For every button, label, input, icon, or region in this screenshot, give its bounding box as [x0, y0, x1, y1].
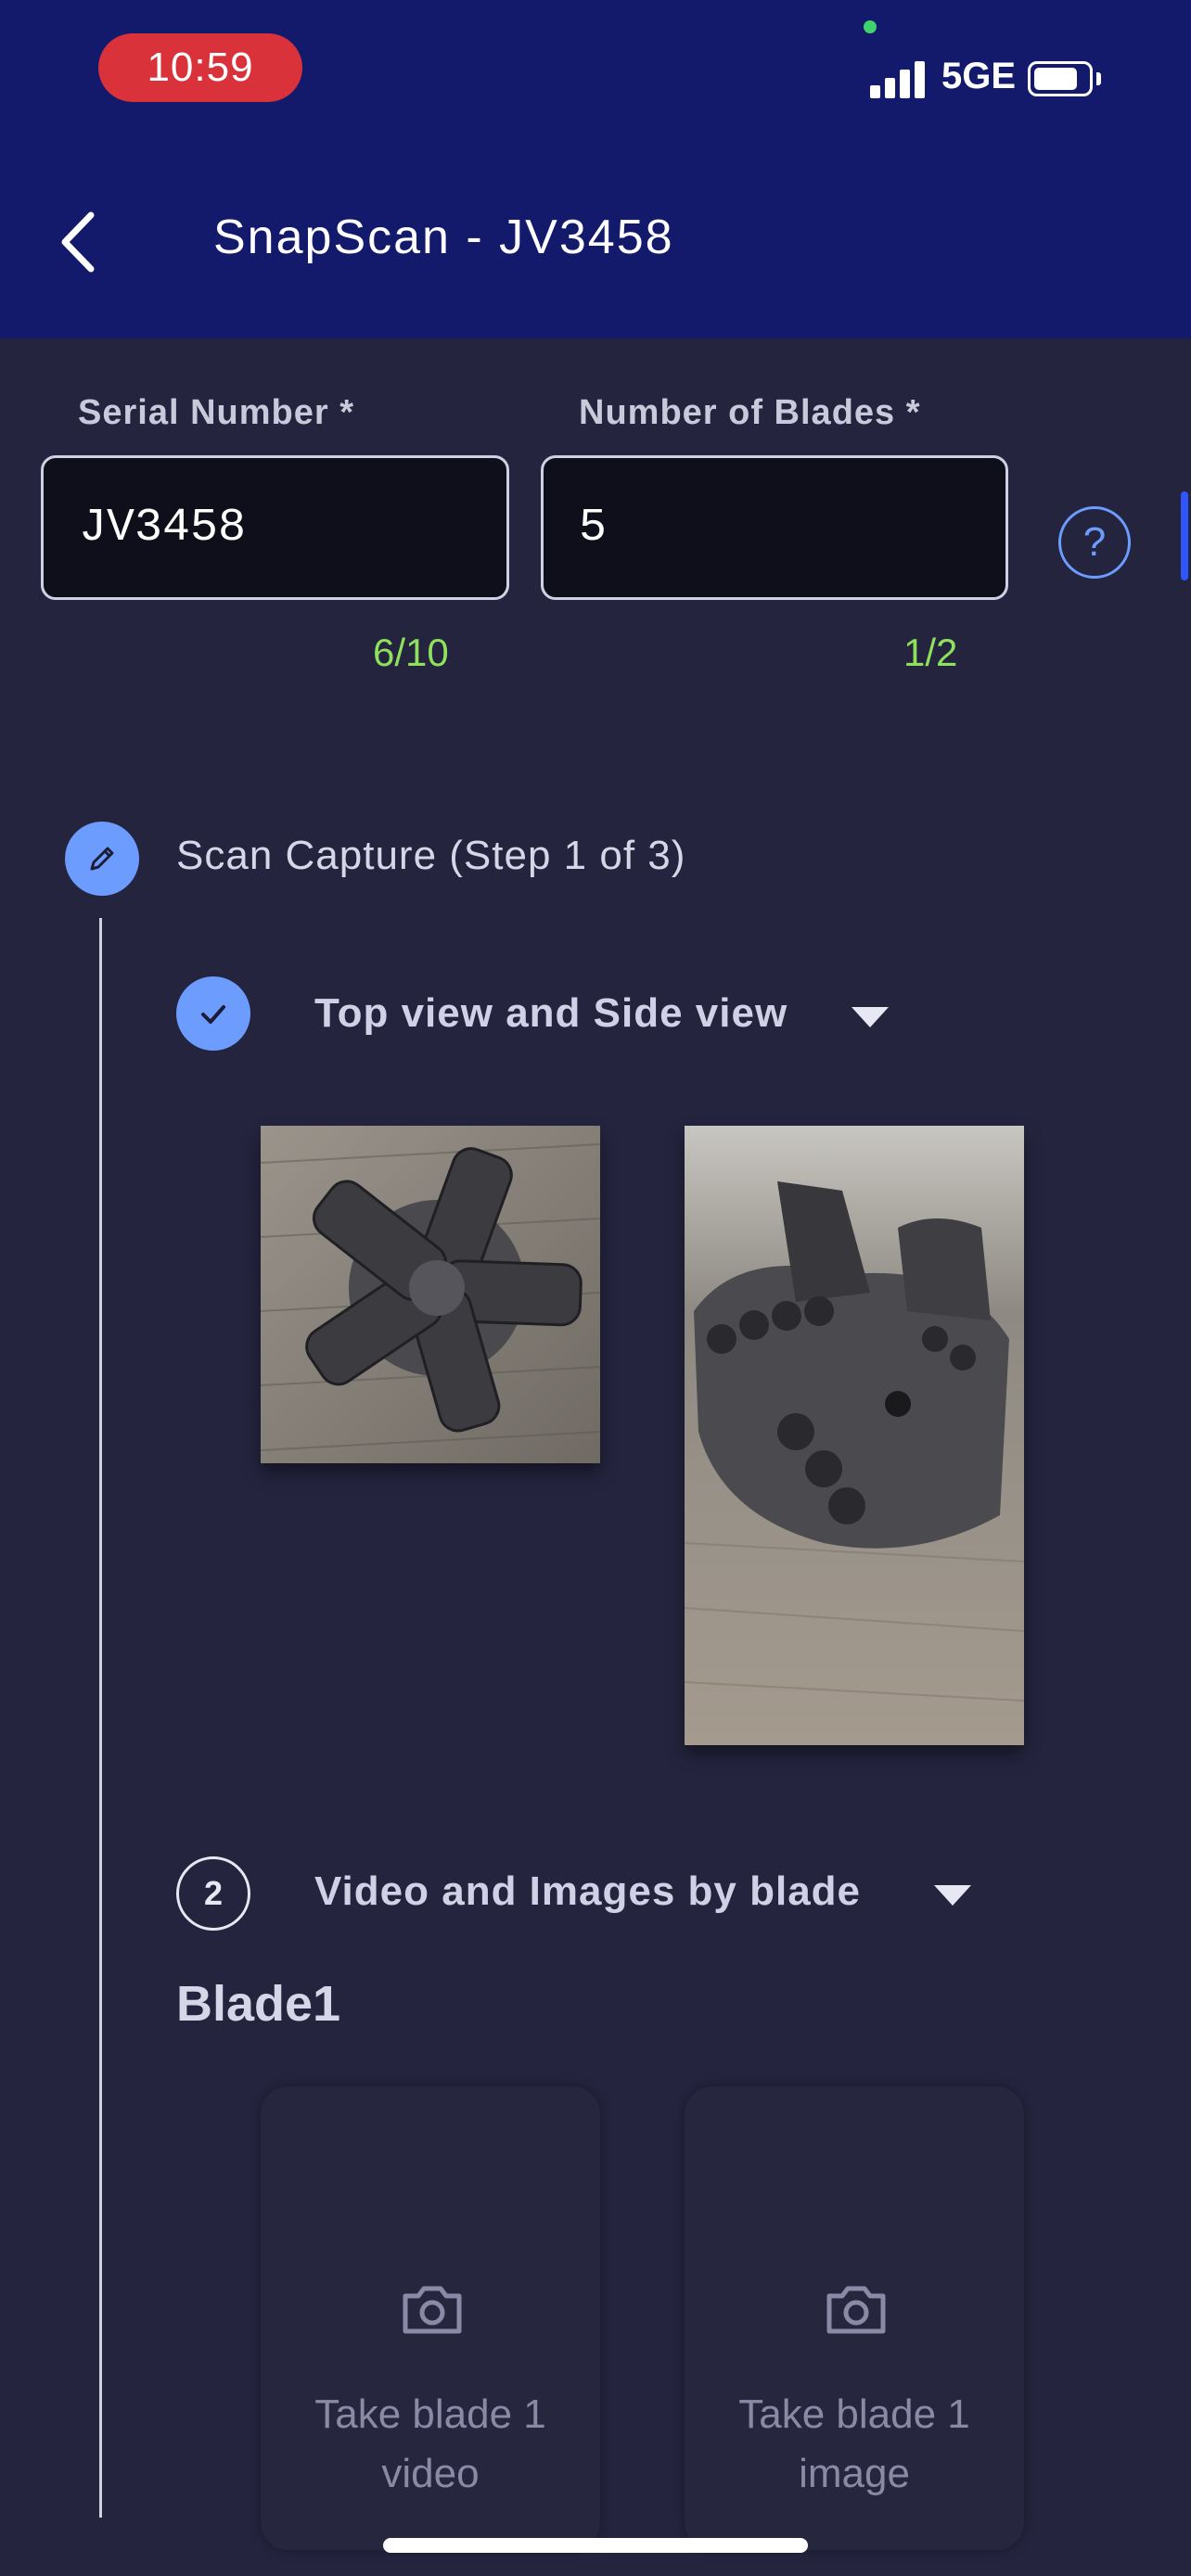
- side-view-photo[interactable]: [685, 1126, 1024, 1745]
- step-title: Scan Capture (Step 1 of 3): [176, 833, 686, 878]
- serial-number-label: Serial Number *: [78, 393, 354, 432]
- network-type: 5GE: [941, 56, 1017, 96]
- take-video-caption: Take blade 1 video: [314, 2391, 546, 2496]
- back-arrow-icon[interactable]: [54, 210, 109, 274]
- blade-heading: Blade1: [176, 1976, 341, 2032]
- help-button[interactable]: ?: [1058, 506, 1131, 579]
- take-video-card[interactable]: Take blade 1 video: [261, 2086, 600, 2550]
- number-of-blades-label: Number of Blades *: [579, 393, 921, 432]
- scrollbar[interactable]: [1181, 491, 1188, 580]
- status-time: 10:59: [98, 33, 302, 102]
- app-header: 10:59 5GE SnapScan - JV3458: [0, 0, 1191, 338]
- top-side-view-toggle[interactable]: Top view and Side view: [314, 990, 788, 1037]
- camera-icon: [403, 2286, 462, 2334]
- chevron-down-icon[interactable]: [934, 1885, 971, 1906]
- blade-media-toggle[interactable]: Video and Images by blade: [314, 1868, 861, 1915]
- number-of-blades-counter: 1/2: [903, 631, 958, 674]
- serial-number-field[interactable]: JV3458: [41, 455, 509, 600]
- battery-tip: [1096, 72, 1101, 85]
- privacy-indicator: [864, 20, 877, 33]
- pencil-icon: [65, 822, 139, 896]
- take-image-card[interactable]: Take blade 1 image: [685, 2086, 1024, 2550]
- cellular-signal-icon: [870, 61, 928, 98]
- take-image-caption: Take blade 1 image: [738, 2391, 970, 2496]
- serial-number-counter: 6/10: [373, 631, 449, 674]
- home-indicator[interactable]: [383, 2538, 808, 2553]
- number-of-blades-field[interactable]: 5: [541, 455, 1008, 600]
- checkmark-icon: [176, 976, 250, 1051]
- page-title: SnapScan - JV3458: [213, 210, 674, 264]
- top-view-photo[interactable]: [261, 1126, 600, 1463]
- camera-icon: [826, 2286, 886, 2334]
- step-number-badge: 2: [176, 1856, 250, 1931]
- step-connector-line: [99, 918, 102, 2518]
- chevron-down-icon[interactable]: [852, 1007, 889, 1027]
- battery-icon: [1028, 61, 1093, 96]
